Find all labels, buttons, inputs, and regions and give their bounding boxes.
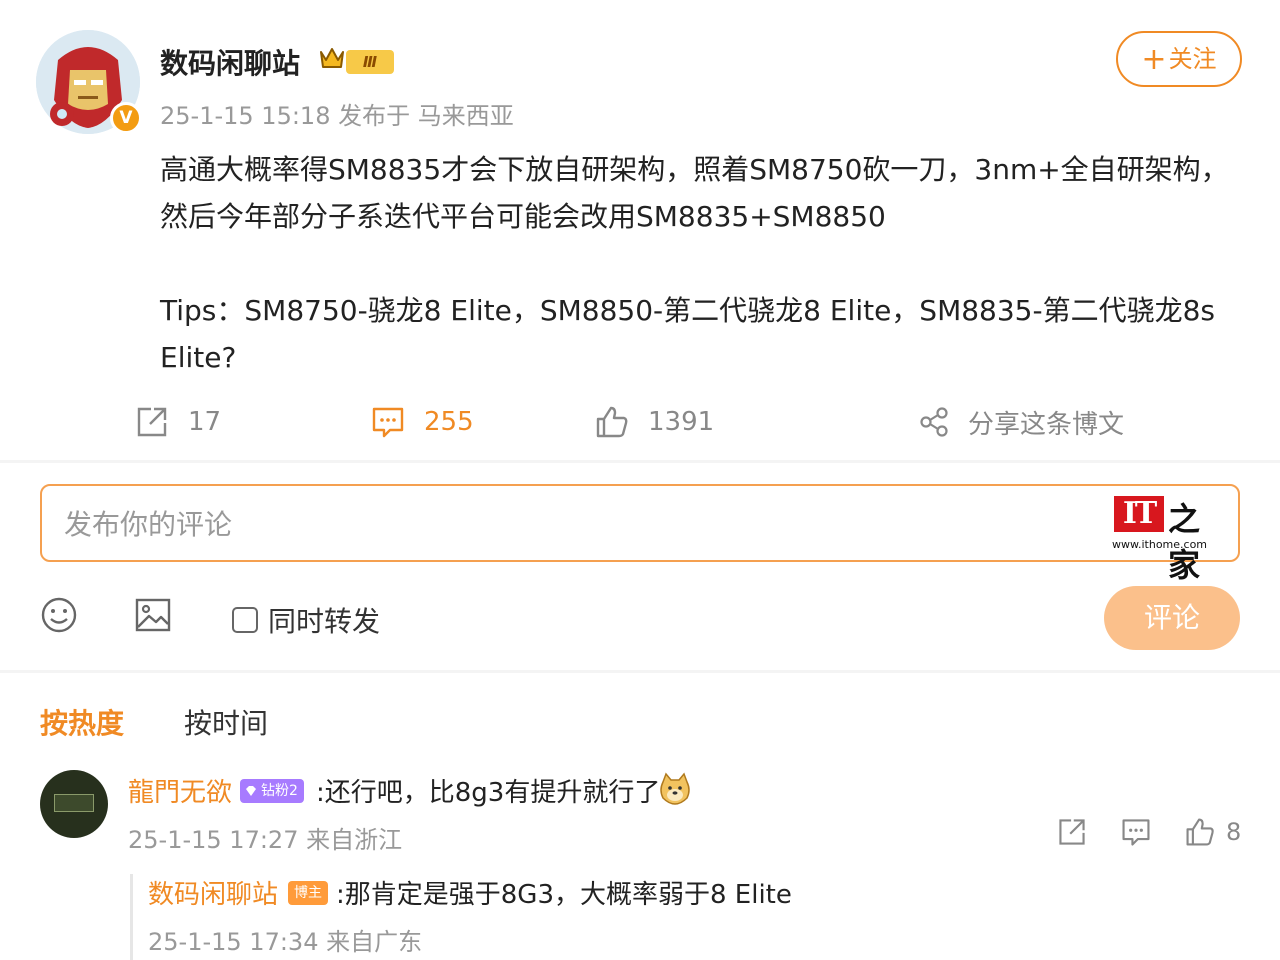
commenter-avatar[interactable] — [40, 770, 108, 838]
diamond-icon — [246, 786, 256, 796]
repost-count: 17 — [188, 407, 222, 437]
follow-button[interactable]: +关注 — [1116, 31, 1242, 87]
share-button[interactable]: 分享这条博文 — [918, 400, 1124, 444]
tab-sort-time[interactable]: 按时间 — [184, 702, 268, 742]
divider — [0, 670, 1280, 673]
plus-icon: + — [1141, 42, 1167, 77]
reply-author-name[interactable]: 数码闲聊站 — [148, 874, 278, 911]
verified-badge: V — [110, 102, 142, 134]
crown-icon — [320, 48, 344, 68]
post-paragraph: Tips：SM8750-骁龙8 Elite，SM8850-第二代骁龙8 Elit… — [160, 294, 1216, 374]
comment-like-button[interactable]: 8 — [1184, 816, 1241, 848]
repost-icon — [1059, 819, 1085, 845]
comment-count: 255 — [424, 407, 474, 437]
watermark-url: www.ithome.com — [1112, 538, 1208, 551]
fan-badge-label: 钻粉2 — [261, 783, 298, 799]
like-count: 1391 — [648, 407, 715, 437]
like-icon — [1186, 818, 1214, 846]
repost-icon — [137, 407, 167, 437]
post-meta: 25-1-15 15:18 发布于 马来西亚 — [160, 102, 514, 130]
submit-comment-button[interactable]: 评论 — [1104, 586, 1240, 650]
post-paragraph: 高通大概率得SM8835才会下放自研架构，照着SM8750砍一刀，3nm+全自研… — [160, 153, 1229, 233]
repost-checkbox[interactable] — [232, 607, 258, 633]
comment-input-box[interactable]: IT 之家 www.ithome.com — [40, 484, 1240, 584]
author-name[interactable]: 数码闲聊站 — [160, 42, 300, 82]
comment-repost-button[interactable] — [1056, 816, 1088, 852]
post-content: 高通大概率得SM8835才会下放自研架构，照着SM8750砍一刀，3nm+全自研… — [160, 146, 1240, 381]
avatar-image — [54, 794, 94, 812]
host-badge: 博主 — [288, 881, 328, 905]
reply-meta: 25-1-15 17:34 来自广东 — [148, 928, 423, 956]
doge-icon — [660, 772, 690, 805]
comment-button[interactable]: 255 — [370, 400, 474, 444]
comment-icon — [372, 407, 404, 438]
like-icon — [596, 406, 628, 438]
level-badge: Ⅲ — [346, 50, 394, 74]
repost-button[interactable]: 17 — [134, 400, 221, 444]
image-button[interactable] — [134, 596, 172, 638]
share-label: 分享这条博文 — [968, 409, 1125, 440]
emoji-icon — [41, 597, 77, 633]
divider — [0, 460, 1280, 463]
watermark-logo: IT — [1114, 496, 1164, 532]
comment-reply-button[interactable] — [1120, 816, 1152, 852]
share-icon — [920, 407, 948, 437]
comment-text: :还行吧，比8g3有提升就行了 — [316, 778, 661, 808]
repost-toggle[interactable]: 同时转发 — [232, 600, 380, 640]
fan-badge: 钻粉2 — [240, 779, 304, 803]
reply-text: :那肯定是强于8G3，大概率弱于8 Elite — [336, 880, 792, 910]
tab-sort-hot[interactable]: 按热度 — [40, 702, 124, 742]
follow-label: 关注 — [1168, 45, 1217, 73]
commenter-name[interactable]: 龍門无欲 — [128, 772, 232, 809]
reply-thread-line — [130, 874, 133, 960]
ithome-watermark: IT 之家 www.ithome.com — [1112, 492, 1218, 584]
image-icon — [135, 598, 171, 632]
comment-input[interactable] — [64, 504, 964, 544]
repost-label: 同时转发 — [268, 605, 381, 638]
author-avatar[interactable]: V — [36, 30, 142, 134]
like-button[interactable]: 1391 — [594, 400, 714, 444]
comment-like-count: 8 — [1226, 818, 1242, 846]
comment-meta: 25-1-15 17:27 来自浙江 — [128, 826, 403, 854]
emoji-button[interactable] — [40, 596, 78, 638]
comment-icon — [1122, 819, 1150, 846]
